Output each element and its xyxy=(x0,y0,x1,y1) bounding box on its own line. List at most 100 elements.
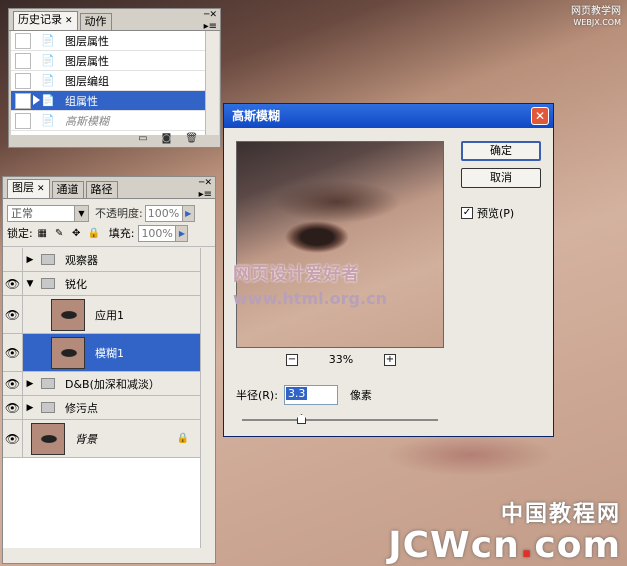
blend-mode-select[interactable]: 正常 ▼ xyxy=(7,204,89,222)
watermark-bottom-cn: 中国教程网 xyxy=(500,502,621,527)
opacity-input[interactable]: 100% xyxy=(144,204,183,222)
watermark-bottom-en-dot: . xyxy=(519,525,535,566)
folder-icon xyxy=(41,278,55,289)
layer-row[interactable]: ▶ 观察器 xyxy=(3,248,201,272)
fill-label: 填充: xyxy=(108,227,135,240)
panel-close-icon[interactable]: ─✕ xyxy=(204,11,217,20)
ok-button[interactable]: 确定 xyxy=(461,141,541,161)
folder-icon xyxy=(41,402,55,413)
eye-icon[interactable]: 👁 xyxy=(3,334,23,371)
panel-close-icon[interactable]: ─✕ xyxy=(199,179,212,188)
snapshot-checkbox[interactable] xyxy=(15,72,31,89)
layer-options: 正常 ▼ 不透明度: 100% ▶ 锁定: ▦ ✎ ✥ 🔒 填充: 100% ▶ xyxy=(3,199,215,247)
dialog-title: 高斯模糊 xyxy=(232,109,281,123)
layer-row[interactable]: 👁 ▼ 锐化 xyxy=(3,272,201,296)
history-row-label: 图层编组 xyxy=(65,74,109,88)
history-panel: 历史记录 ✕ 动作 ─✕ ▸≡ 📄 图层属性 📄 图层属性 📄 图层编组 📄 组属性 📄 高… xyxy=(8,8,221,148)
radius-unit: 像素 xyxy=(349,389,372,402)
history-row[interactable]: 📄 图层属性 xyxy=(11,31,205,51)
tab-actions-label: 动作 xyxy=(84,15,107,28)
layer-row-selected[interactable]: 👁 模糊1 xyxy=(3,334,201,372)
fill-input[interactable]: 100% xyxy=(138,224,177,242)
layer-name: 观察器 xyxy=(65,253,98,267)
history-row-label: 图层属性 xyxy=(65,34,109,48)
history-state-icon: 📄 xyxy=(41,113,55,127)
radius-slider[interactable] xyxy=(242,414,438,424)
fill-slider-button[interactable]: ▶ xyxy=(176,224,189,242)
close-icon[interactable]: ✕ xyxy=(65,16,73,26)
snapshot-checkbox[interactable] xyxy=(15,32,31,49)
lock-position-icon[interactable]: ✥ xyxy=(71,228,82,239)
expand-arrow-icon[interactable]: ▶ xyxy=(23,379,37,389)
layer-row[interactable]: 👁 背景 🔒 xyxy=(3,420,201,458)
layer-name: 修污点 xyxy=(65,401,98,415)
watermark-top: 网页教学网 WEBJX.COM xyxy=(571,6,621,28)
history-state-icon: 📄 xyxy=(41,93,55,107)
eye-icon[interactable]: 👁 xyxy=(3,372,23,395)
eye-icon[interactable]: 👁 xyxy=(3,272,23,295)
new-document-from-state-icon[interactable]: ▭ xyxy=(138,133,147,147)
tab-history[interactable]: 历史记录 ✕ xyxy=(13,11,78,30)
eye-icon[interactable]: 👁 xyxy=(3,420,23,457)
history-row-label: 图层属性 xyxy=(65,54,109,68)
tab-paths[interactable]: 路径 xyxy=(85,181,118,198)
expand-arrow-icon[interactable]: ▶ xyxy=(23,403,37,413)
visibility-toggle[interactable] xyxy=(3,248,23,271)
history-row[interactable]: 📄 高斯模糊 xyxy=(11,111,205,131)
history-row[interactable]: 📄 图层编组 xyxy=(11,71,205,91)
snapshot-checkbox[interactable] xyxy=(15,112,31,129)
watermark-bottom-en-tail: com xyxy=(534,525,621,566)
folder-icon xyxy=(41,254,55,265)
lock-image-icon[interactable]: ✎ xyxy=(54,228,65,239)
layer-thumbnail xyxy=(51,298,85,331)
preview-checkbox[interactable]: ✓ xyxy=(461,207,473,219)
history-row-label: 组属性 xyxy=(65,94,98,108)
snapshot-checkbox[interactable] xyxy=(15,92,31,109)
history-row-selected[interactable]: 📄 组属性 xyxy=(11,91,205,111)
history-footer: ▭ ◙ 🗑 xyxy=(9,133,220,147)
tab-channels-label: 通道 xyxy=(56,183,79,196)
tab-channels[interactable]: 通道 xyxy=(51,181,84,198)
chevron-down-icon: ▼ xyxy=(74,205,88,221)
radius-input[interactable]: 3.3 xyxy=(283,385,338,405)
layer-row[interactable]: 👁 ▶ D&B(加深和减淡） xyxy=(3,372,201,396)
radius-slider-handle[interactable] xyxy=(297,414,306,424)
lock-transparent-icon[interactable]: ▦ xyxy=(37,228,48,239)
zoom-value: 33% xyxy=(328,353,354,366)
cancel-button[interactable]: 取消 xyxy=(461,168,541,188)
lock-all-icon[interactable]: 🔒 xyxy=(88,228,100,239)
tab-actions[interactable]: 动作 xyxy=(79,13,112,30)
history-list: 📄 图层属性 📄 图层属性 📄 图层编组 📄 组属性 📄 高斯模糊 xyxy=(11,31,205,135)
layer-list: ▶ 观察器 👁 ▼ 锐化 👁 应用1 👁 模糊1 👁 ▶ D&B(加深和减淡） xyxy=(3,248,201,548)
filter-preview[interactable]: 网页设计爱好者 www.html.org.cn xyxy=(233,141,444,348)
folder-icon xyxy=(41,378,55,389)
close-icon[interactable]: ✕ xyxy=(531,107,549,125)
eye-icon[interactable]: 👁 xyxy=(3,396,23,419)
trash-icon[interactable]: 🗑 xyxy=(185,133,198,147)
zoom-in-icon[interactable]: + xyxy=(383,353,396,366)
watermark-bottom-en: JCWcn.com xyxy=(388,525,621,566)
zoom-out-icon[interactable]: − xyxy=(286,353,298,366)
preview-option[interactable]: ✓ 预览(P) xyxy=(461,205,514,221)
layer-row[interactable]: 👁 应用1 xyxy=(3,296,201,334)
dialog-titlebar[interactable]: 高斯模糊 ✕ xyxy=(224,104,553,128)
tab-layers[interactable]: 图层 ✕ xyxy=(7,179,50,198)
history-brush-source-icon xyxy=(33,95,40,105)
snapshot-checkbox[interactable] xyxy=(15,52,31,69)
collapse-arrow-icon[interactable]: ▼ xyxy=(23,279,37,289)
watermark-top-line2: WEBJX.COM xyxy=(573,18,621,27)
layer-row[interactable]: 👁 ▶ 修污点 xyxy=(3,396,201,420)
history-scrollbar[interactable] xyxy=(205,31,219,135)
layer-name: 模糊1 xyxy=(95,346,124,360)
create-snapshot-icon[interactable]: ◙ xyxy=(162,133,172,147)
layers-scrollbar[interactable] xyxy=(200,248,214,548)
eye-icon[interactable]: 👁 xyxy=(3,296,23,333)
history-state-icon: 📄 xyxy=(41,33,55,47)
opacity-slider-button[interactable]: ▶ xyxy=(182,204,195,222)
expand-arrow-icon[interactable]: ▶ xyxy=(23,255,37,265)
tab-history-label: 历史记录 xyxy=(18,13,62,26)
close-icon[interactable]: ✕ xyxy=(37,184,45,194)
layer-name: 背景 xyxy=(75,432,97,446)
history-state-icon: 📄 xyxy=(41,73,55,87)
history-row[interactable]: 📄 图层属性 xyxy=(11,51,205,71)
